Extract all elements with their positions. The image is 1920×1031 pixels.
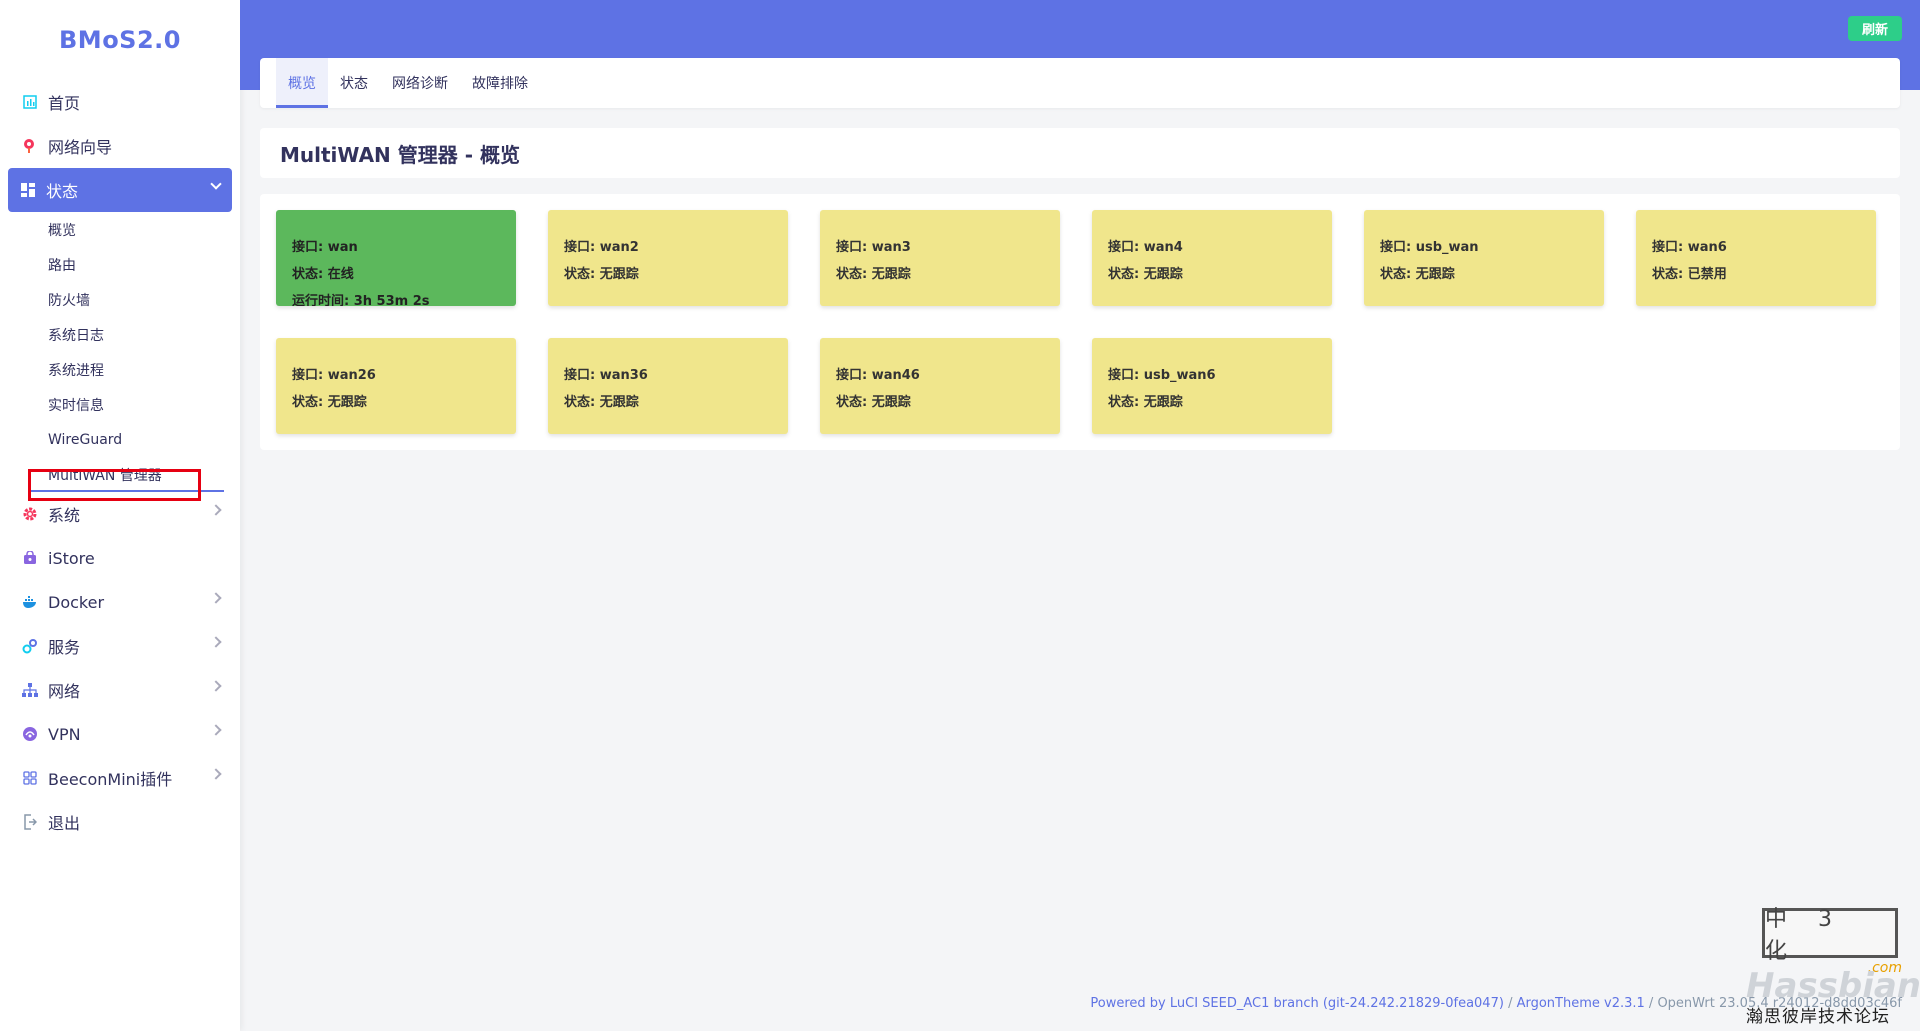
interface-status: 状态: 无跟踪: [1108, 395, 1183, 410]
sidebar-item-services[interactable]: 服务: [0, 624, 240, 668]
page-title: MultiWAN 管理器 - 概览: [280, 142, 520, 167]
interface-card-usb-wan6: 接口: usb_wan6 状态: 无跟踪: [1092, 338, 1332, 434]
interface-name: 接口: wan2: [564, 240, 639, 255]
interfaces-panel: 接口: wan 状态: 在线 运行时间: 3h 53m 2s 接口: wan2 …: [260, 194, 1900, 450]
interface-card-wan4: 接口: wan4 状态: 无跟踪: [1092, 210, 1332, 306]
sidebar-item-label: VPN: [48, 724, 81, 744]
network-icon: [22, 682, 38, 698]
tab-status[interactable]: 状态: [328, 58, 380, 108]
interface-status: 状态: 无跟踪: [292, 395, 367, 410]
watermark-logo: Hassbian: [1746, 966, 1920, 1006]
docker-icon: [22, 594, 38, 610]
sidebar-item-label: 系统: [48, 506, 81, 525]
sidebar-item-label: 退出: [48, 814, 81, 833]
watermark-caption: 瀚思彼岸技术论坛: [1746, 1007, 1890, 1027]
watermark-seal: 中 3 化: [1762, 907, 1898, 964]
brand-logo[interactable]: BMoS2.0: [0, 0, 240, 80]
sidebar: BMoS2.0 首页 网络向导 状态 概览 路由 防火墙 系统日志 系统进程 实…: [0, 0, 240, 1031]
interface-name: 接口: usb_wan: [1380, 240, 1479, 255]
sidebar-item-label: 网络向导: [48, 138, 113, 157]
interface-status: 状态: 无跟踪: [564, 267, 639, 282]
chevron-right-icon: [210, 768, 222, 780]
interface-card-wan2: 接口: wan2 状态: 无跟踪: [548, 210, 788, 306]
wizard-icon: [22, 138, 38, 154]
interface-card-wan3: 接口: wan3 状态: 无跟踪: [820, 210, 1060, 306]
sidebar-item-docker[interactable]: Docker: [0, 580, 240, 624]
sidebar-item-network[interactable]: 网络: [0, 668, 240, 712]
tab-network-diagnostics[interactable]: 网络诊断: [380, 58, 460, 108]
interface-name: 接口: wan4: [1108, 240, 1183, 255]
sidebar-sub-wireguard[interactable]: WireGuard: [0, 422, 240, 457]
sidebar-item-label: BeeconMini插件: [48, 770, 173, 789]
sidebar-item-label: 状态: [46, 182, 79, 201]
interface-status: 状态: 无跟踪: [836, 395, 911, 410]
sidebar-sub-routes[interactable]: 路由: [0, 247, 240, 282]
interface-name: 接口: wan3: [836, 240, 911, 255]
sidebar-item-label: Docker: [48, 592, 105, 612]
interface-name: 接口: wan26: [292, 368, 376, 383]
sidebar-item-label: iStore: [48, 548, 95, 568]
interface-grid: 接口: wan 状态: 在线 运行时间: 3h 53m 2s 接口: wan2 …: [276, 210, 1884, 434]
interface-status: 状态: 无跟踪: [836, 267, 911, 282]
annotation-highlight-box: [28, 469, 201, 501]
interface-name: 接口: wan6: [1652, 240, 1727, 255]
interface-card-wan26: 接口: wan26 状态: 无跟踪: [276, 338, 516, 434]
chevron-right-icon: [210, 592, 222, 604]
sidebar-sub-syslog[interactable]: 系统日志: [0, 317, 240, 352]
sidebar-item-logout[interactable]: 退出: [0, 800, 240, 844]
refresh-button[interactable]: 刷新: [1848, 16, 1902, 41]
luci-link[interactable]: Powered by LuCI SEED_AC1 branch (git-24.…: [1090, 996, 1504, 1011]
chevron-right-icon: [210, 724, 222, 736]
gear-icon: [22, 506, 38, 522]
vpn-icon: [22, 726, 38, 742]
interface-uptime: 运行时间: 3h 53m 2s: [292, 294, 430, 306]
chevron-right-icon: [210, 636, 222, 648]
footer-separator: /: [1503, 996, 1517, 1011]
chevron-right-icon: [210, 680, 222, 692]
sidebar-item-status[interactable]: 状态: [8, 168, 232, 212]
page-title-card: MultiWAN 管理器 - 概览: [260, 128, 1900, 178]
sidebar-sub-overview[interactable]: 概览: [0, 212, 240, 247]
sidebar-item-istore[interactable]: iStore: [0, 536, 240, 580]
sidebar-item-home[interactable]: 首页: [0, 80, 240, 124]
interface-card-wan: 接口: wan 状态: 在线 运行时间: 3h 53m 2s: [276, 210, 516, 306]
interface-status: 状态: 无跟踪: [564, 395, 639, 410]
sidebar-sub-realtime[interactable]: 实时信息: [0, 387, 240, 422]
interface-card-usb-wan: 接口: usb_wan 状态: 无跟踪: [1364, 210, 1604, 306]
sidebar-item-network-wizard[interactable]: 网络向导: [0, 124, 240, 168]
interface-name: 接口: usb_wan6: [1108, 368, 1216, 383]
interface-status: 状态: 在线: [292, 267, 354, 282]
sidebar-item-label: 服务: [48, 638, 81, 657]
sidebar-item-vpn[interactable]: VPN: [0, 712, 240, 756]
sidebar-item-beeconmini-plugins[interactable]: BeeconMini插件: [0, 756, 240, 800]
interface-name: 接口: wan: [292, 240, 358, 255]
interface-name: 接口: wan36: [564, 368, 648, 383]
status-grid-icon: [20, 182, 36, 198]
argon-theme-link[interactable]: ArgonTheme v2.3.1: [1517, 996, 1645, 1011]
services-icon: [22, 638, 38, 654]
interface-card-wan36: 接口: wan36 状态: 无跟踪: [548, 338, 788, 434]
chevron-right-icon: [210, 504, 222, 516]
logout-icon: [22, 814, 38, 830]
sidebar-item-label: 首页: [48, 94, 81, 113]
interface-status: 状态: 已禁用: [1652, 267, 1727, 282]
tab-bar: 概览 状态 网络诊断 故障排除: [260, 58, 1900, 108]
interface-status: 状态: 无跟踪: [1108, 267, 1183, 282]
interface-card-wan6: 接口: wan6 状态: 已禁用: [1636, 210, 1876, 306]
dashboard-icon: [22, 94, 38, 110]
plugins-icon: [22, 770, 38, 786]
tab-overview[interactable]: 概览: [276, 58, 328, 108]
sidebar-sub-firewall[interactable]: 防火墙: [0, 282, 240, 317]
chevron-down-icon: [210, 178, 222, 190]
tab-troubleshooting[interactable]: 故障排除: [460, 58, 540, 108]
sidebar-sub-processes[interactable]: 系统进程: [0, 352, 240, 387]
interface-card-wan46: 接口: wan46 状态: 无跟踪: [820, 338, 1060, 434]
store-icon: [22, 550, 38, 566]
watermark: 中 3 化 .com Hassbian 瀚思彼岸技术论坛: [1742, 904, 1920, 1027]
sidebar-item-label: 网络: [48, 682, 81, 701]
interface-status: 状态: 无跟踪: [1380, 267, 1455, 282]
interface-name: 接口: wan46: [836, 368, 920, 383]
